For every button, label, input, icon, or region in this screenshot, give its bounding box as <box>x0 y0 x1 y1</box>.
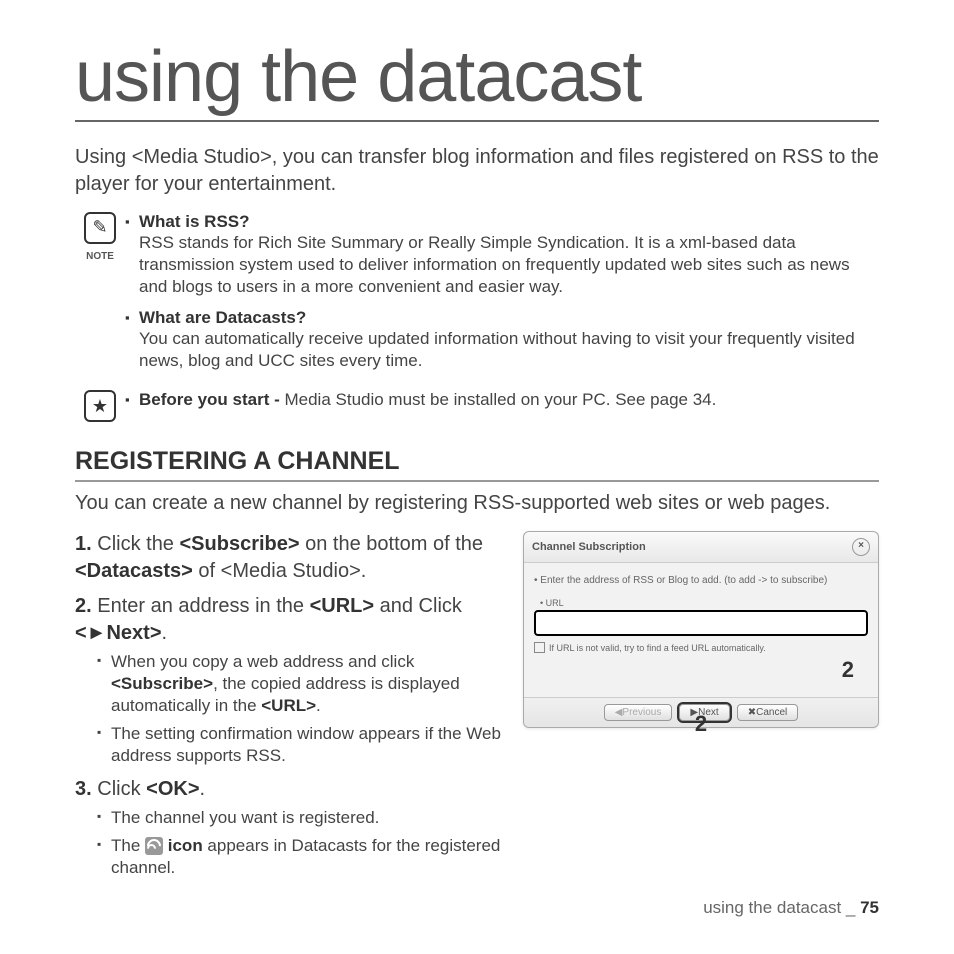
url-label: • URL <box>540 598 868 608</box>
note-heading: What is RSS? <box>139 212 250 231</box>
step-number: 1. <box>75 533 92 555</box>
step-number: 2. <box>75 595 92 617</box>
section-title: REGISTERING A CHANNEL <box>75 447 879 482</box>
substep: The setting confirmation window appears … <box>75 723 505 767</box>
note-text: You can automatically receive updated in… <box>139 329 855 370</box>
substep: The icon appears in Datacasts for the re… <box>75 835 505 879</box>
note-text: RSS stands for Rich Site Summary or Real… <box>139 233 850 296</box>
step-number: 3. <box>75 778 92 800</box>
callout-marker: 2 <box>695 711 707 737</box>
url-input[interactable] <box>534 610 868 636</box>
channel-subscription-dialog: Channel Subscription × • Enter the addre… <box>523 531 879 728</box>
note-item-datacasts: What are Datacasts? You can automaticall… <box>125 308 879 372</box>
before-start-label: Before you start - <box>139 390 284 409</box>
rss-icon <box>145 837 163 855</box>
substep: When you copy a web address and click <S… <box>75 651 505 717</box>
dialog-instruction: • Enter the address of RSS or Blog to ad… <box>534 575 868 586</box>
page-title: using the datacast <box>75 40 879 122</box>
intro-text: Using <Media Studio>, you can transfer b… <box>75 144 879 198</box>
section-intro: You can create a new channel by register… <box>75 490 879 517</box>
before-start-text: Media Studio must be installed on your P… <box>284 390 716 409</box>
step-1: 1. Click the <Subscribe> on the bottom o… <box>75 531 505 585</box>
note-label: NOTE <box>75 251 125 262</box>
substep: The channel you want is registered. <box>75 807 505 829</box>
note-icon <box>84 212 116 244</box>
callout-marker: 2 <box>842 657 854 683</box>
before-start-item: Before you start - Media Studio must be … <box>125 390 879 410</box>
dialog-title: Channel Subscription <box>532 541 646 553</box>
previous-button[interactable]: ◀Previous <box>604 704 673 721</box>
step-2: 2. Enter an address in the <URL> and Cli… <box>75 593 505 767</box>
auto-feed-checkbox-row[interactable]: If URL is not valid, try to find a feed … <box>534 642 868 653</box>
star-icon <box>84 390 116 422</box>
note-item-rss: What is RSS? RSS stands for Rich Site Su… <box>125 212 879 298</box>
step-3: 3. Click <OK>. The channel you want is r… <box>75 776 505 879</box>
page-footer: using the datacast _ 75 <box>703 898 879 918</box>
note-heading: What are Datacasts? <box>139 308 306 327</box>
checkbox-icon[interactable] <box>534 642 545 653</box>
cancel-button[interactable]: ✖Cancel <box>737 704 799 721</box>
close-icon[interactable]: × <box>852 538 870 556</box>
